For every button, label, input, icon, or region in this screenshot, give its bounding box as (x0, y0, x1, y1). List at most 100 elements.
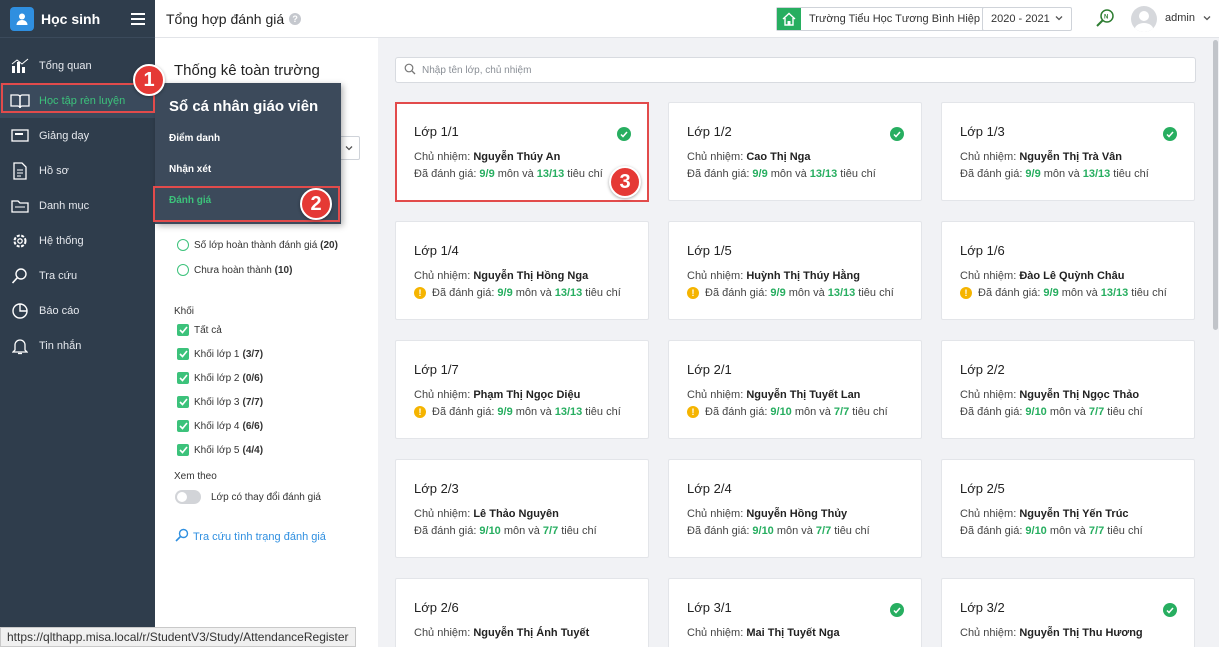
criteria-word: tiêu chí (840, 168, 876, 180)
homeroom-teacher: Chủ nhiệm: Cao Thị Nga (687, 151, 811, 163)
checkbox-count: (4/4) (242, 444, 264, 456)
grade-checkbox-4[interactable]: Khối lớp 4 (6/6) (177, 420, 263, 432)
callout-badge-1: 1 (133, 64, 165, 96)
class-search-box[interactable] (395, 57, 1196, 83)
changed-evaluation-toggle[interactable] (175, 490, 201, 504)
grade-checkbox-3[interactable]: Khối lớp 3 (7/7) (177, 396, 263, 408)
radio-button[interactable] (177, 264, 189, 276)
homeroom-teacher: Chủ nhiệm: Nguyễn Thị Trà Vân (960, 151, 1122, 163)
subjects-word: môn và (776, 525, 813, 537)
class-card[interactable]: Lớp 1/4 Chủ nhiệm: Nguyễn Thị Hồng Nga! Đã… (395, 221, 649, 320)
warning-icon: ! (414, 287, 426, 299)
class-card[interactable]: Lớp 2/3 Chủ nhiệm: Lê Thảo Nguyên Đã đánh … (395, 459, 649, 558)
class-name: Lớp 1/7 (414, 362, 459, 377)
criteria-word: tiêu chí (567, 168, 603, 180)
grade-checkbox-all[interactable]: Tất cả (177, 324, 222, 336)
check-circle-icon (890, 127, 904, 141)
eval-prefix: Đã đánh giá: (960, 406, 1023, 418)
class-card[interactable]: Lớp 1/5 Chủ nhiệm: Huỳnh Thị Thúy Hằng! Đã… (668, 221, 922, 320)
sidebar-item-messages[interactable]: Tin nhắn (0, 328, 155, 363)
eval-prefix: Đã đánh giá: (687, 525, 750, 537)
teacher-name: Nguyễn Thị Tuyết Lan (746, 389, 861, 401)
menu-item-attendance[interactable]: Điểm danh (169, 133, 220, 144)
teacher-name: Nguyễn Thị Hồng Nga (473, 270, 589, 282)
class-card[interactable]: Lớp 2/4 Chủ nhiệm: Nguyễn Hồng Thủy Đã đán… (668, 459, 922, 558)
statistics-title: Thống kê toàn trường (174, 62, 320, 79)
class-name: Lớp 1/5 (687, 243, 732, 258)
sidebar-item-study[interactable]: Học tập rèn luyện (0, 83, 155, 118)
checkbox-label: Khối lớp 5 (194, 444, 240, 456)
subjects-word: môn và (1049, 406, 1086, 418)
grade-checkbox-1[interactable]: Khối lớp 1 (3/7) (177, 348, 263, 360)
checkbox-checked-icon[interactable] (177, 324, 189, 336)
radio-button[interactable] (177, 239, 189, 251)
checkbox-checked-icon[interactable] (177, 420, 189, 432)
search-icon (404, 63, 416, 78)
teacher-prefix: Chủ nhiệm: (960, 627, 1017, 639)
school-year-select[interactable]: 2020 - 2021 (982, 7, 1072, 31)
subjects-evaluated: 9/10 (1025, 525, 1047, 537)
subjects-evaluated: 9/9 (497, 287, 513, 299)
criteria-word: tiêu chí (1113, 168, 1149, 180)
eval-prefix: Đã đánh giá: (960, 168, 1023, 180)
subjects-evaluated: 9/10 (479, 525, 501, 537)
checkbox-checked-icon[interactable] (177, 396, 189, 408)
class-card[interactable]: Lớp 2/5 Chủ nhiệm: Nguyễn Thị Yến Trúc Đã … (941, 459, 1195, 558)
changed-evaluation-toggle-row[interactable]: Lớp có thay đổi đánh giá (175, 490, 321, 504)
class-card[interactable]: Lớp 1/7 Chủ nhiệm: Phạm Thị Ngọc Diệu! Đã … (395, 340, 649, 439)
search-input[interactable] (422, 64, 1162, 76)
help-icon[interactable]: ? (289, 12, 302, 25)
school-selector-button[interactable]: Trường Tiểu Học Tương Bình Hiệp (776, 7, 990, 31)
teacher-prefix: Chủ nhiệm: (414, 508, 471, 520)
homeroom-teacher: Chủ nhiệm: Nguyễn Thị Tuyết Lan (687, 389, 860, 401)
class-card[interactable]: Lớp 1/2 Chủ nhiệm: Cao Thị Nga Đã đánh giá… (668, 102, 922, 201)
hamburger-menu-icon[interactable] (131, 12, 145, 25)
class-card[interactable]: Lớp 1/3 Chủ nhiệm: Nguyễn Thị Trà Vân Đã đ… (941, 102, 1195, 201)
checkbox-count: (0/6) (242, 372, 264, 384)
sidebar-item-lookup[interactable]: Tra cứu (0, 258, 155, 293)
page-title: Tổng hợp đánh giá (166, 10, 285, 27)
menu-item-evaluation[interactable]: Đánh giá (169, 195, 211, 206)
class-card[interactable]: Lớp 2/1 Chủ nhiệm: Nguyễn Thị Tuyết Lan! Đ… (668, 340, 922, 439)
sidebar-item-profile[interactable]: Hồ sơ (0, 153, 155, 188)
subjects-evaluated: 9/10 (770, 406, 792, 418)
avatar[interactable] (1131, 6, 1157, 32)
subjects-evaluated: 9/10 (752, 525, 774, 537)
teacher-prefix: Chủ nhiệm: (414, 627, 471, 639)
class-card[interactable]: Lớp 2/2 Chủ nhiệm: Nguyễn Thị Ngọc Thảo Đã… (941, 340, 1195, 439)
homeroom-teacher: Chủ nhiệm: Nguyễn Thị Ánh Tuyết (414, 627, 589, 639)
eval-prefix: Đã đánh giá: (432, 406, 495, 418)
sidebar-item-report[interactable]: Báo cáo (0, 293, 155, 328)
chevron-down-icon (1054, 13, 1064, 26)
sidebar-item-system[interactable]: Hệ thống (0, 223, 155, 258)
radio-completed[interactable]: Số lớp hoàn thành đánh giá (20) (177, 239, 338, 251)
teacher-name: Nguyễn Thị Ánh Tuyết (473, 627, 590, 639)
class-card[interactable]: Lớp 3/2 Chủ nhiệm: Nguyễn Thị Thu Hương (941, 578, 1195, 647)
class-card[interactable]: Lớp 2/6 Chủ nhiệm: Nguyễn Thị Ánh Tuyết (395, 578, 649, 647)
checkbox-checked-icon[interactable] (177, 444, 189, 456)
app-name: Học sinh (41, 10, 101, 27)
grade-checkbox-5[interactable]: Khối lớp 5 (4/4) (177, 444, 263, 456)
checkbox-checked-icon[interactable] (177, 348, 189, 360)
sidebar-item-overview[interactable]: Tổng quan (0, 48, 155, 83)
checkbox-checked-icon[interactable] (177, 372, 189, 384)
criteria-word: tiêu chí (561, 525, 597, 537)
class-card[interactable]: Lớp 3/1 Chủ nhiệm: Mai Thị Tuyết Nga (668, 578, 922, 647)
sidebar-item-label: Tra cứu (39, 269, 78, 282)
feature-search-icon[interactable]: N (1095, 8, 1115, 31)
lookup-evaluation-link[interactable]: Tra cứu tình trạng đánh giá (175, 528, 326, 545)
menu-item-comments[interactable]: Nhận xét (169, 164, 211, 175)
sidebar-item-catalog[interactable]: Danh mục (0, 188, 155, 223)
scrollbar-thumb[interactable] (1213, 40, 1218, 330)
grade-checkbox-2[interactable]: Khối lớp 2 (0/6) (177, 372, 263, 384)
checkbox-count: (6/6) (242, 420, 264, 432)
sidebar-item-teaching[interactable]: Giảng dạy (0, 118, 155, 153)
user-name[interactable]: admin (1165, 12, 1195, 24)
chevron-down-icon[interactable] (1202, 12, 1212, 26)
sidebar: Học sinh Tổng quan Học tập rèn luyện Giả… (0, 0, 155, 647)
class-name: Lớp 1/3 (960, 124, 1005, 139)
class-card[interactable]: Lớp 1/6 Chủ nhiệm: Đào Lê Quỳnh Châu! Đã đ… (941, 221, 1195, 320)
radio-incomplete[interactable]: Chưa hoàn thành (10) (177, 264, 292, 276)
scrollbar[interactable] (1212, 38, 1219, 647)
filter-select[interactable] (338, 136, 360, 160)
